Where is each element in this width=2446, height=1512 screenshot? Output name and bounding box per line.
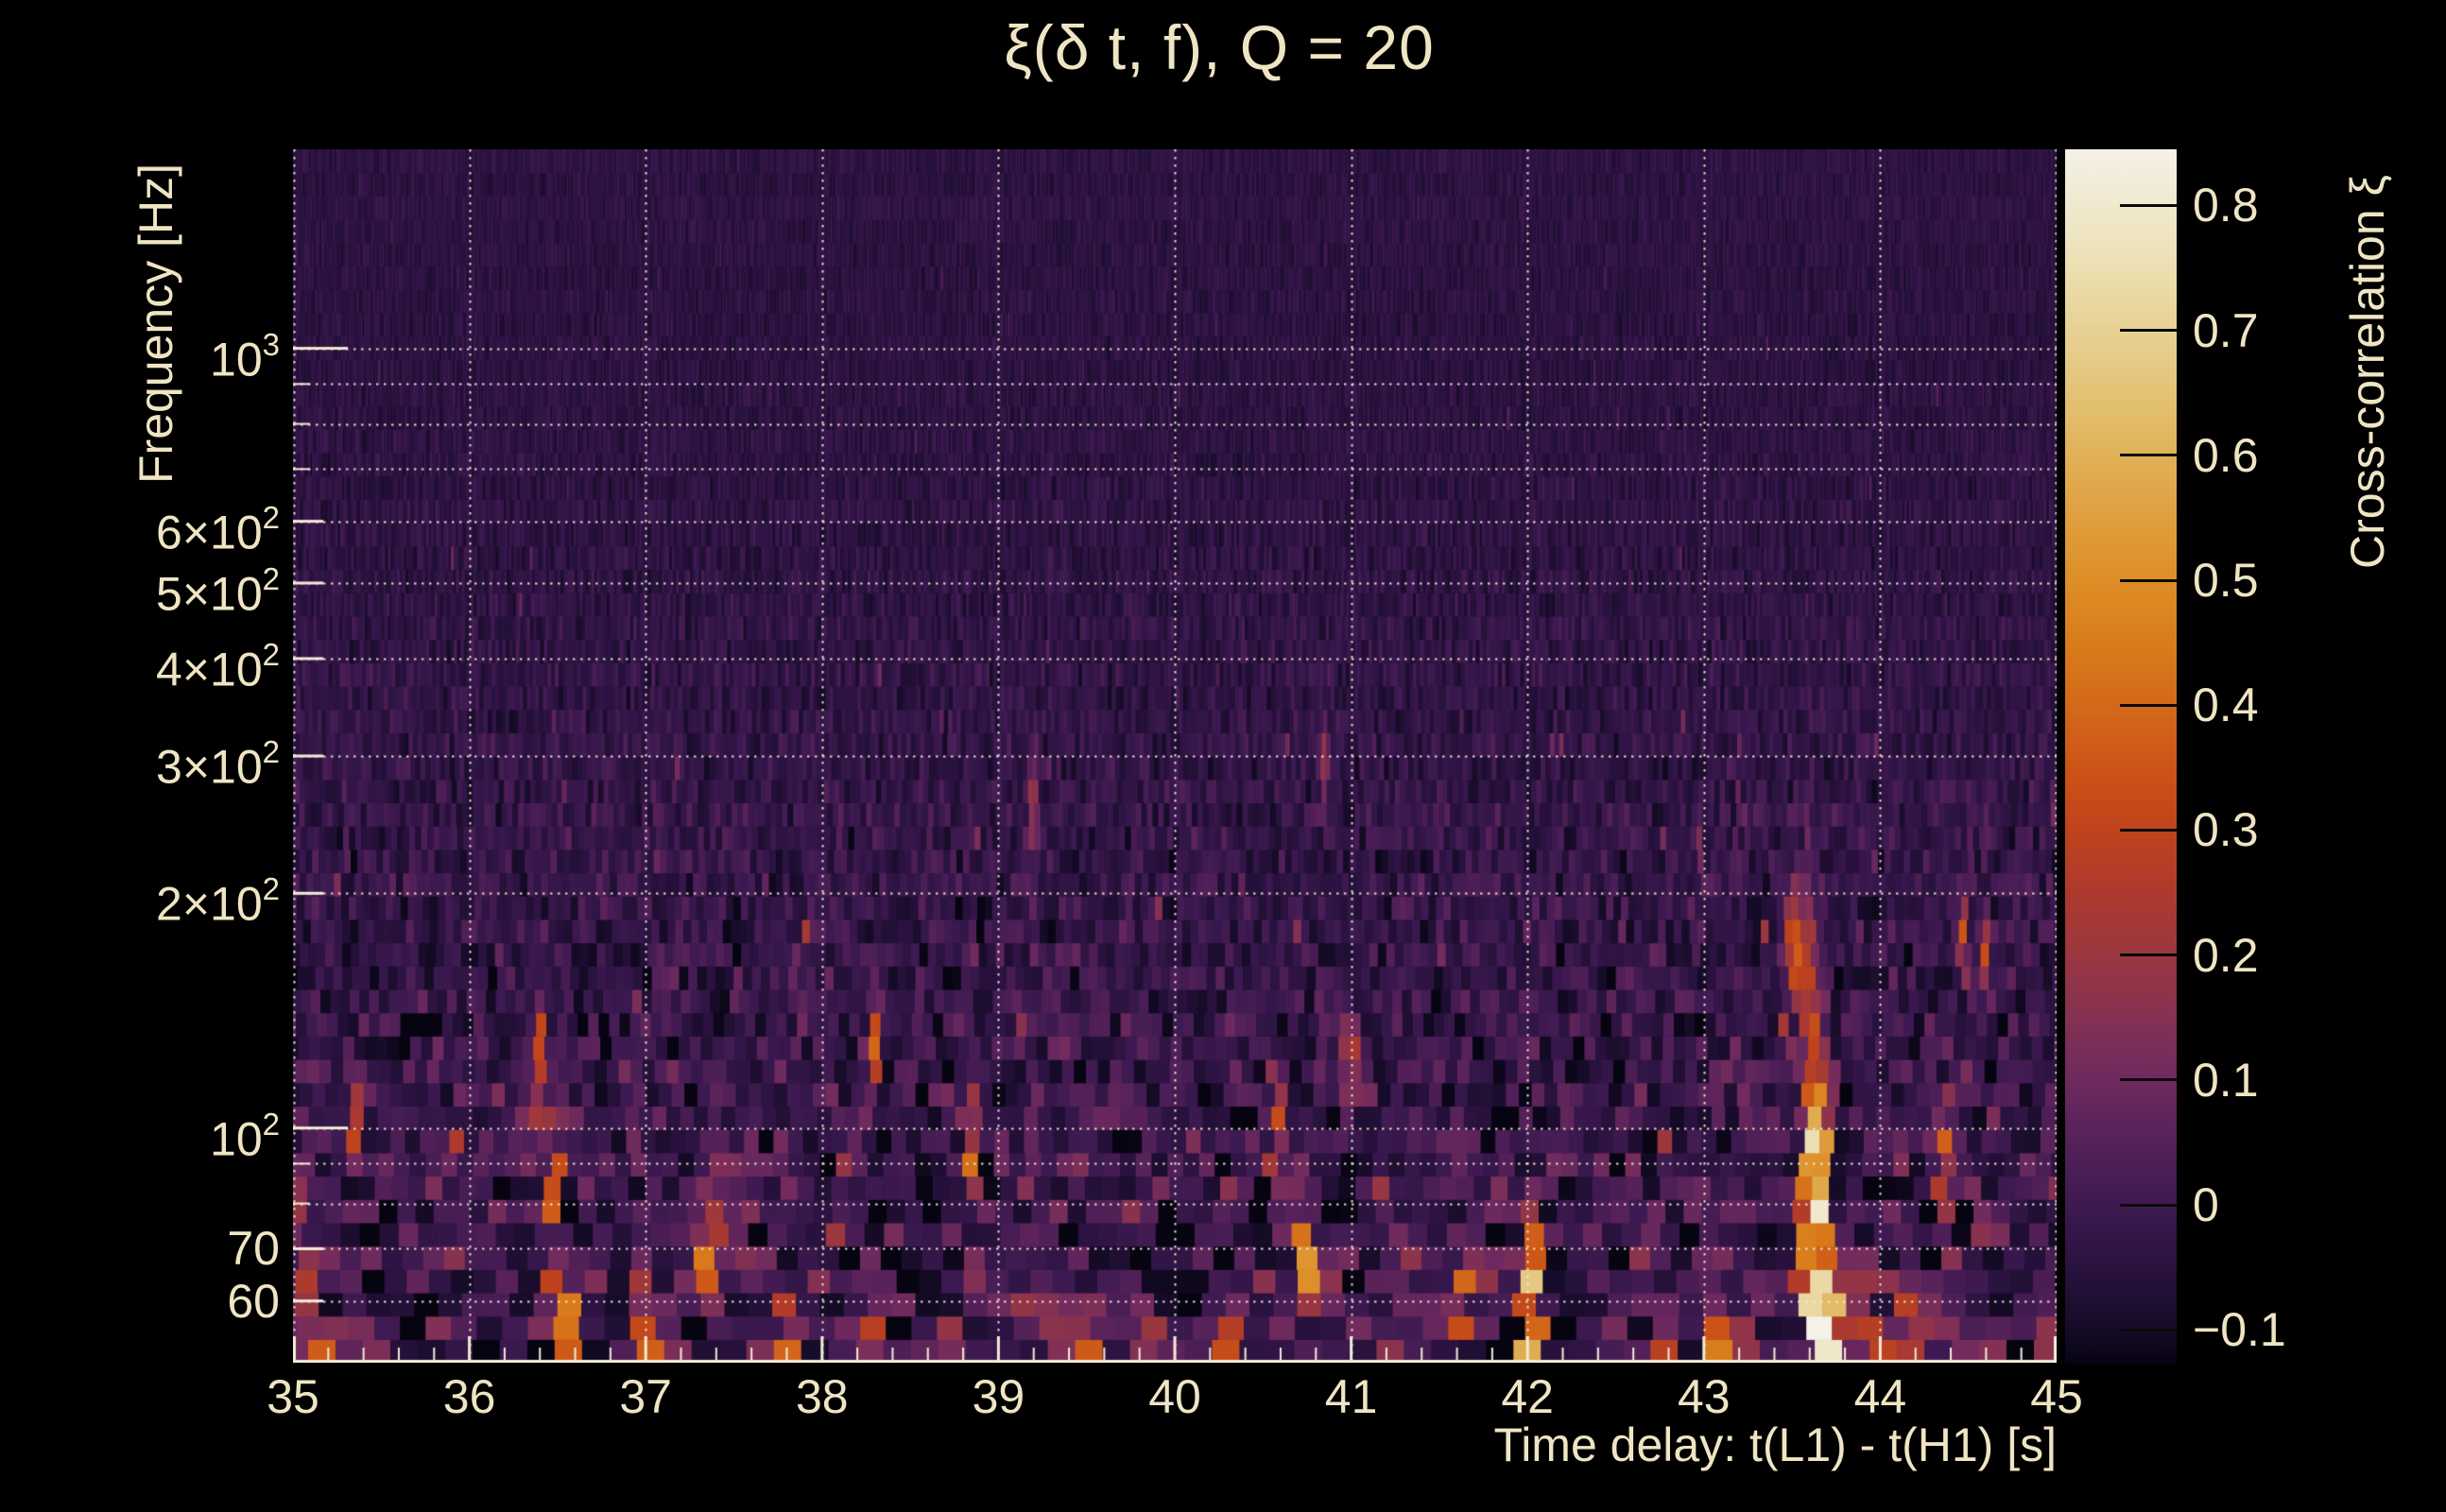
x-tick-label: 42 (1461, 1372, 1593, 1421)
colorbar-tick (2120, 1204, 2177, 1207)
y-tick-label: 4×102 (57, 629, 280, 699)
colorbar-tick (2120, 454, 2177, 456)
x-tick-label: 38 (756, 1372, 888, 1421)
colorbar-tick-label: 0.7 (2193, 301, 2438, 360)
colorbar-tick (2120, 204, 2177, 207)
y-tick-label: 3×102 (57, 727, 280, 797)
x-tick-label: 43 (1638, 1372, 1770, 1421)
figure-root: ξ(δ t, f), Q = 20 Frequency [Hz] Time de… (0, 0, 2446, 1512)
heatmap-canvas (293, 149, 2057, 1363)
x-tick-label: 44 (1814, 1372, 1946, 1421)
x-tick-label: 41 (1285, 1372, 1418, 1421)
colorbar-tick-label: 0.6 (2193, 426, 2438, 485)
colorbar-tick (2120, 954, 2177, 956)
colorbar-tick (2120, 1329, 2177, 1332)
x-tick-label: 39 (932, 1372, 1064, 1421)
colorbar-tick-label: 0.4 (2193, 676, 2438, 734)
colorbar-tick-label: 0 (2193, 1176, 2438, 1234)
y-tick-label: 6×102 (57, 492, 280, 562)
y-tick-label: 60 (57, 1272, 280, 1331)
y-tick-label: 103 (57, 319, 280, 389)
colorbar-tick-label: 0.1 (2193, 1051, 2438, 1109)
colorbar-tick (2120, 329, 2177, 332)
colorbar-tick (2120, 829, 2177, 832)
x-tick-label: 40 (1109, 1372, 1241, 1421)
colorbar-tick-label: 0.5 (2193, 551, 2438, 610)
colorbar-tick (2120, 704, 2177, 707)
colorbar-title: Cross-correlation ξ (2340, 175, 2395, 569)
colorbar-tick-label: 0.2 (2193, 926, 2438, 985)
colorbar-tick-label: 0.3 (2193, 800, 2438, 859)
x-axis-title: Time delay: t(L1) - t(H1) [s] (1200, 1418, 2057, 1472)
colorbar-tick (2120, 579, 2177, 582)
y-tick-label: 70 (57, 1219, 280, 1278)
x-tick-label: 37 (579, 1372, 712, 1421)
x-tick-label: 45 (1990, 1372, 2123, 1421)
colorbar-tick (2120, 1078, 2177, 1081)
colorbar-tick-label: −0.1 (2193, 1300, 2438, 1359)
x-tick-label: 35 (227, 1372, 359, 1421)
x-tick-label: 36 (404, 1372, 536, 1421)
y-tick-label: 102 (57, 1099, 280, 1169)
colorbar-tick-label: 0.8 (2193, 176, 2438, 234)
y-tick-label: 5×102 (57, 554, 280, 624)
chart-title: ξ(δ t, f), Q = 20 (510, 11, 1928, 83)
y-tick-label: 2×102 (57, 864, 280, 934)
